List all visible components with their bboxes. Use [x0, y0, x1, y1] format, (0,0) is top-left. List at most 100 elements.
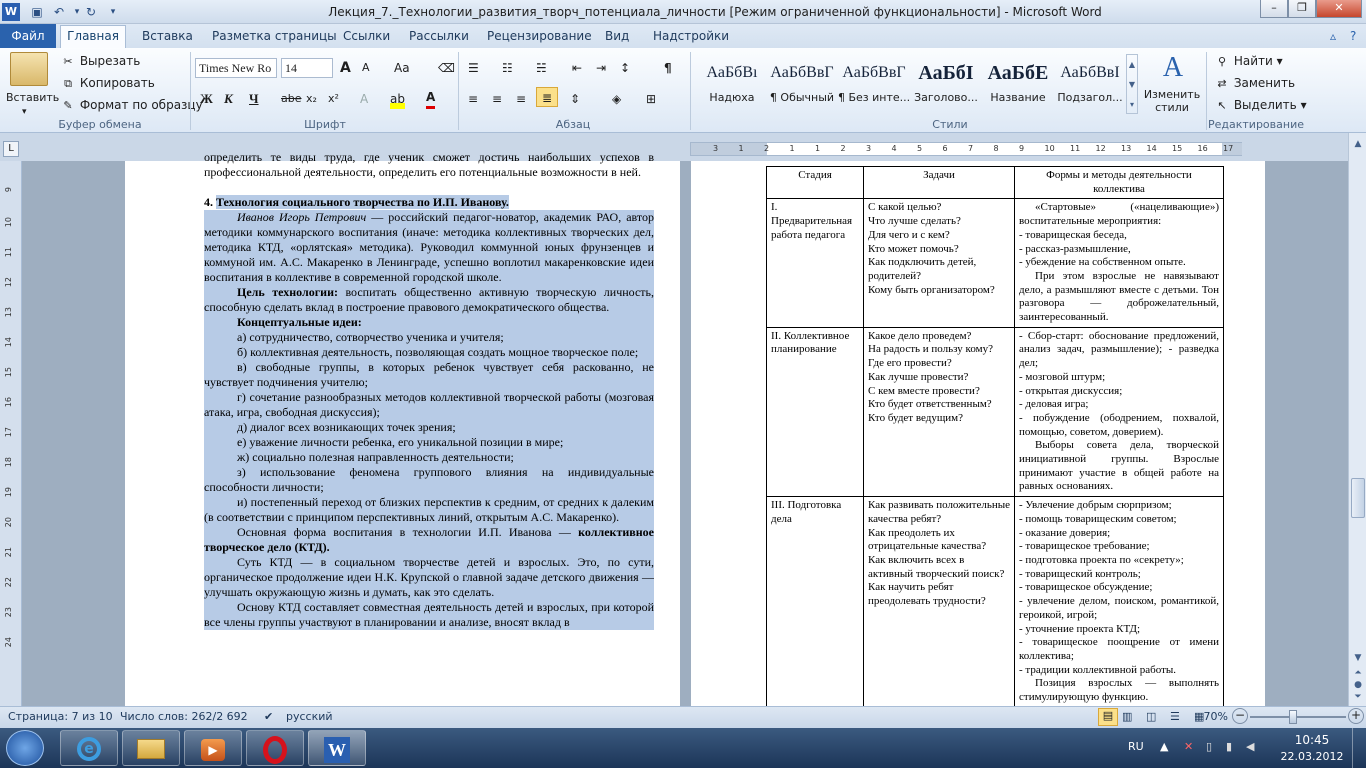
save-icon[interactable]: ▣	[28, 3, 46, 21]
shading-icon[interactable]: ◈	[612, 89, 621, 109]
proofing-icon[interactable]: ✔	[264, 710, 273, 723]
taskbar-explorer-icon[interactable]	[122, 730, 180, 766]
taskbar-opera-icon[interactable]	[246, 730, 304, 766]
increase-indent-icon[interactable]: ⇥	[596, 58, 606, 78]
zoom-slider-thumb[interactable]	[1288, 710, 1297, 724]
taskbar-ie-icon[interactable]: e	[60, 730, 118, 766]
zoom-level[interactable]: 70%	[1200, 710, 1228, 723]
ktd-stages-table[interactable]: Стадия Задачи Формы и методы деятельност…	[766, 165, 1224, 723]
strikethrough-button[interactable]: abe	[281, 89, 302, 109]
find-button[interactable]: ⚲ Найти ▾	[1214, 51, 1283, 71]
scroll-down-icon[interactable]: ▼	[1351, 653, 1365, 665]
font-family-combo[interactable]: Times New Ro	[195, 58, 277, 78]
align-right-icon[interactable]: ≡	[516, 89, 526, 109]
scroll-up-icon[interactable]: ▲	[1351, 139, 1365, 153]
style-normal[interactable]: АаБбВвГ ¶ Обычный	[766, 55, 838, 113]
undo-icon[interactable]: ↶	[50, 3, 68, 21]
print-layout-view-icon[interactable]: ▤	[1098, 708, 1118, 726]
paste-button[interactable]: Вставить	[6, 88, 59, 108]
word-app-icon[interactable]: W	[2, 3, 20, 21]
clock-time[interactable]: 10:45	[1282, 733, 1342, 747]
tab-references[interactable]: Ссылки	[343, 28, 390, 48]
styles-scroll-icon[interactable]: ▲ ▼ ▾	[1126, 54, 1138, 114]
signal-icon[interactable]: ▮	[1226, 740, 1232, 753]
redo-icon[interactable]: ↻	[82, 3, 100, 21]
grow-font-button[interactable]: A	[340, 58, 351, 78]
bullets-icon[interactable]: ☰	[468, 58, 479, 78]
numbering-icon[interactable]: ☷	[502, 58, 513, 78]
tab-insert[interactable]: Вставка	[142, 28, 193, 48]
shrink-font-button[interactable]: A	[362, 58, 370, 78]
line-spacing-icon[interactable]: ⇕	[570, 89, 580, 109]
zoom-slider[interactable]	[1250, 716, 1346, 718]
justify-icon[interactable]: ≣	[536, 87, 558, 107]
tab-stop-selector-icon[interactable]: L	[3, 141, 19, 157]
restore-button[interactable]: ❐	[1288, 0, 1316, 18]
language-indicator[interactable]: русский	[286, 710, 333, 723]
underline-button[interactable]: Ч	[249, 89, 259, 109]
tab-addins[interactable]: Надстройки	[653, 28, 729, 48]
next-page-icon[interactable]: ⏷	[1351, 692, 1365, 704]
show-marks-icon[interactable]: ¶	[664, 58, 672, 78]
align-left-icon[interactable]: ≡	[468, 89, 478, 109]
collapse-ribbon-icon[interactable]: ▵	[1330, 28, 1336, 48]
bold-button[interactable]: Ж	[200, 89, 213, 109]
align-center-icon[interactable]: ≡	[492, 89, 502, 109]
close-button[interactable]: ✕	[1316, 0, 1362, 18]
tab-mailings[interactable]: Рассылки	[409, 28, 469, 48]
tray-arrow-icon[interactable]: ▲	[1160, 740, 1168, 753]
scroll-thumb[interactable]	[1351, 478, 1365, 518]
highlight-icon[interactable]: ab	[390, 89, 405, 109]
page-count[interactable]: Страница: 7 из 10	[8, 710, 113, 723]
clear-formatting-icon[interactable]: ⌫	[438, 58, 455, 78]
replace-button[interactable]: ⇄ Заменить	[1214, 73, 1295, 93]
vertical-ruler[interactable]: 9 10 11 12 13 14 15 16 17 18 19 20 21 22 23 24	[0, 161, 22, 706]
volume-icon[interactable]: ◀	[1246, 740, 1254, 753]
italic-button[interactable]: К	[224, 89, 233, 109]
style-title[interactable]: АаБбЕ Название	[982, 55, 1054, 113]
change-styles-button[interactable]: Изменить стили	[1142, 88, 1202, 114]
tab-home[interactable]: Главная	[60, 25, 126, 49]
multilevel-list-icon[interactable]: ☵	[536, 58, 547, 78]
style-heading[interactable]: АаБбI Заголово...	[910, 55, 982, 113]
start-button-icon[interactable]	[6, 730, 44, 766]
select-button[interactable]: ↖ Выделить ▾	[1214, 95, 1306, 115]
battery-icon[interactable]: ▯	[1206, 740, 1212, 753]
copy-button[interactable]: ⧉ Копировать	[60, 73, 155, 93]
text-effects-icon[interactable]: A	[360, 89, 368, 109]
outline-view-icon[interactable]: ☰	[1170, 710, 1180, 723]
network-icon[interactable]: ✕	[1184, 740, 1193, 753]
page-left-text[interactable]: определить те виды труда, где ученик смо…	[204, 150, 654, 706]
borders-icon[interactable]: ⊞	[646, 89, 656, 109]
input-language[interactable]: RU	[1128, 740, 1144, 753]
subscript-button[interactable]: x₂	[306, 89, 317, 109]
full-screen-reading-icon[interactable]: ▥	[1122, 710, 1132, 723]
format-painter-button[interactable]: ✎ Формат по образцу	[60, 95, 202, 115]
style-no-spacing[interactable]: АаБбВвГ ¶ Без инте...	[838, 55, 910, 113]
clock-date[interactable]: 22.03.2012	[1276, 750, 1348, 763]
vertical-scrollbar[interactable]: ▲ ▼ ⏶ ● ⏷	[1348, 133, 1366, 706]
minimize-button[interactable]: –	[1260, 0, 1288, 18]
taskbar-word-icon[interactable]: W	[308, 730, 366, 766]
style-subtitle[interactable]: АаБбВвІ Подзагол...	[1054, 55, 1126, 113]
decrease-indent-icon[interactable]: ⇤	[572, 58, 582, 78]
zoom-in-icon[interactable]: +	[1348, 708, 1364, 724]
browse-object-icon[interactable]: ●	[1351, 680, 1365, 692]
paste-icon[interactable]	[10, 52, 48, 86]
horizontal-ruler[interactable]: 3 1 2 1 1 2 3 4 5 6 7 8 9 10 11 12 13 14 15 16 17	[690, 142, 1242, 156]
font-color-icon[interactable]: A	[426, 89, 436, 109]
font-size-combo[interactable]: 14	[281, 58, 333, 78]
cut-button[interactable]: ✂ Вырезать	[60, 51, 140, 71]
zoom-out-icon[interactable]: −	[1232, 708, 1248, 724]
sort-icon[interactable]: ↕	[620, 58, 630, 78]
web-layout-icon[interactable]: ◫	[1146, 710, 1156, 723]
previous-page-icon[interactable]: ⏶	[1351, 668, 1365, 680]
show-desktop-button[interactable]	[1352, 728, 1366, 768]
taskbar-media-player-icon[interactable]: ▶	[184, 730, 242, 766]
change-case-button[interactable]: Aa	[394, 58, 410, 78]
tab-review[interactable]: Рецензирование	[487, 28, 592, 48]
tab-page-layout[interactable]: Разметка страницы	[212, 28, 337, 48]
tab-view[interactable]: Вид	[605, 28, 629, 48]
tab-file[interactable]: Файл	[0, 24, 56, 48]
word-count[interactable]: Число слов: 262/2 692	[120, 710, 248, 723]
